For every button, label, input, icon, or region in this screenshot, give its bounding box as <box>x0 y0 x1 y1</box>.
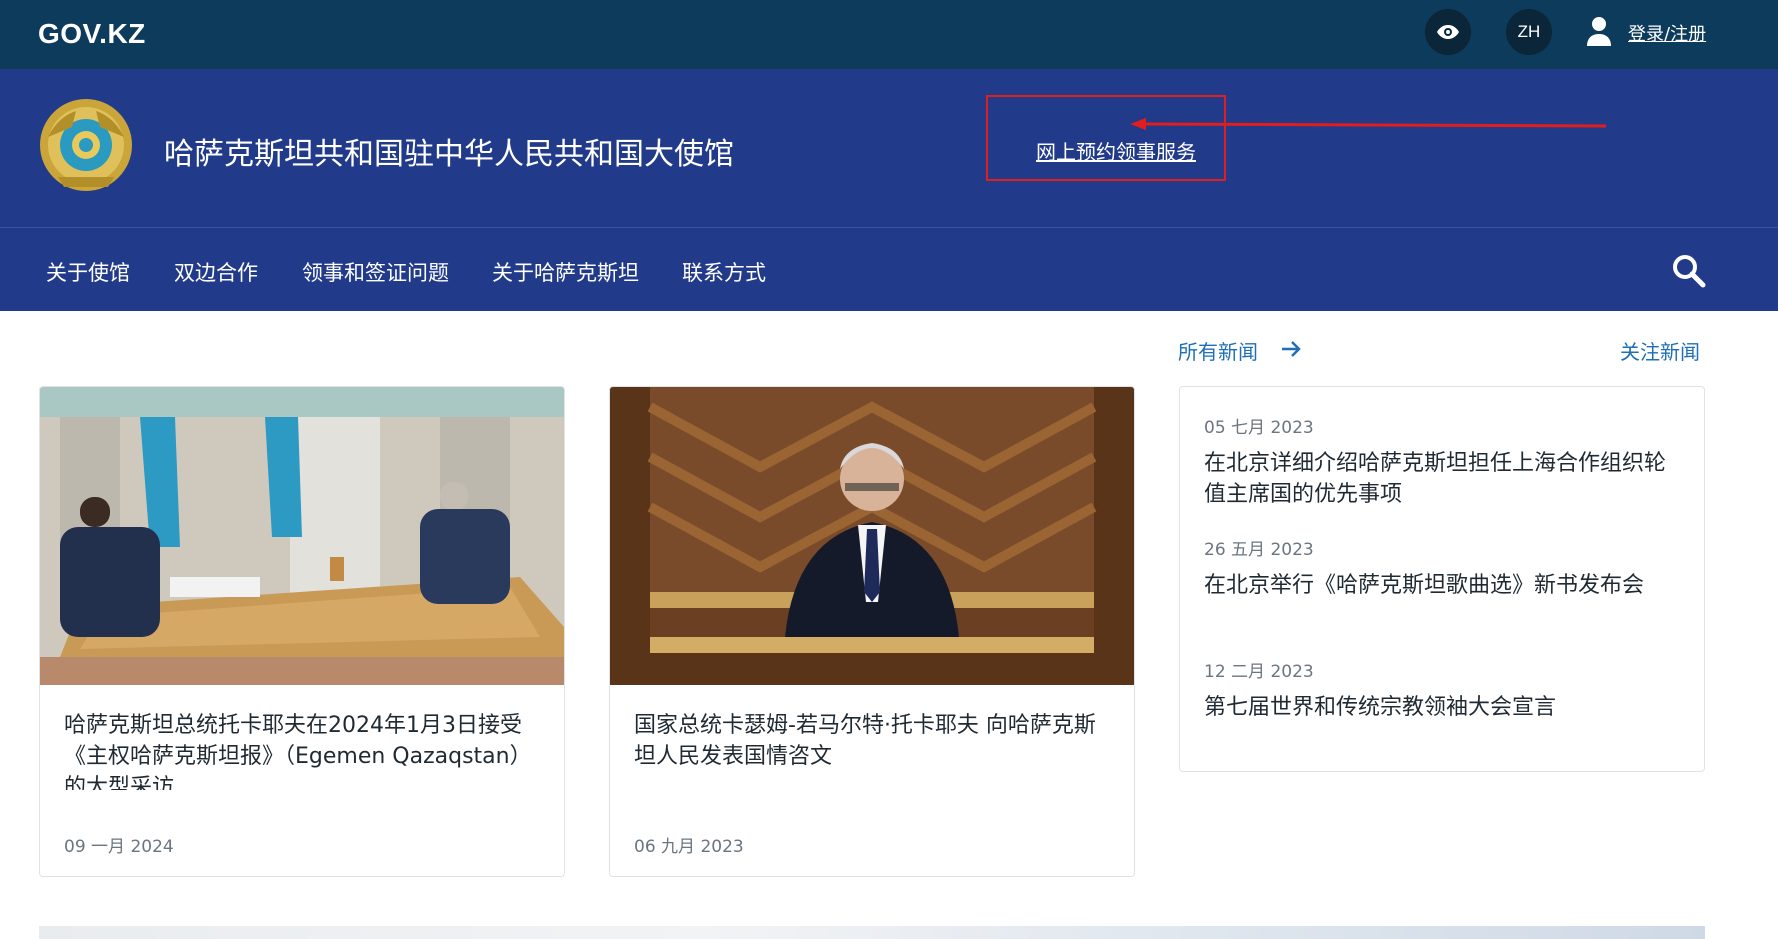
news-card-date: 06 九月 2023 <box>634 837 744 857</box>
site-header: 哈萨克斯坦共和国驻中华人民共和国大使馆 网上预约领事服务 <box>0 69 1778 227</box>
bottom-banner[interactable] <box>39 926 1705 939</box>
nav-item-about-embassy[interactable]: 关于使馆 <box>46 257 130 287</box>
nav-item-about-kazakhstan[interactable]: 关于哈萨克斯坦 <box>492 257 639 287</box>
user-icon[interactable] <box>1586 16 1612 46</box>
news-card-date: 09 一月 2024 <box>64 837 174 857</box>
news-card[interactable]: 国家总统卡瑟姆-若马尔特·托卡耶夫 向哈萨克斯坦人民发表国情咨文 06 九月 2… <box>609 386 1135 877</box>
nav-item-consular-visa[interactable]: 领事和签证问题 <box>302 257 449 287</box>
news-photo <box>40 387 564 685</box>
list-item[interactable]: 12 二月 2023 第七届世界和传统宗教领袖大会宣言 <box>1204 657 1684 723</box>
news-item-title[interactable]: 在北京举行《哈萨克斯坦歌曲选》新书发布会 <box>1204 570 1684 601</box>
news-item-date: 12 二月 2023 <box>1204 662 1314 682</box>
news-photo <box>610 387 1134 685</box>
main-nav: 关于使馆 双边合作 领事和签证问题 关于哈萨克斯坦 联系方式 <box>0 227 1778 311</box>
gov-kz-logo[interactable]: GOV.KZ <box>38 18 146 50</box>
arrow-right-icon[interactable] <box>1280 338 1302 360</box>
news-card[interactable]: 哈萨克斯坦总统托卡耶夫在2024年1月3日接受《主权哈萨克斯坦报》（Egemen… <box>39 386 565 877</box>
annotation-arrow <box>1130 118 1607 130</box>
news-item-title[interactable]: 第七届世界和传统宗教领袖大会宣言 <box>1204 692 1684 723</box>
nav-item-contacts[interactable]: 联系方式 <box>682 257 766 287</box>
news-card-title[interactable]: 哈萨克斯坦总统托卡耶夫在2024年1月3日接受《主权哈萨克斯坦报》（Egemen… <box>64 710 544 790</box>
accessibility-button[interactable] <box>1425 9 1471 55</box>
news-card-title[interactable]: 国家总统卡瑟姆-若马尔特·托卡耶夫 向哈萨克斯坦人民发表国情咨文 <box>634 710 1114 790</box>
language-button[interactable]: ZH <box>1506 9 1552 55</box>
kazakhstan-emblem[interactable] <box>38 97 134 193</box>
list-item[interactable]: 26 五月 2023 在北京举行《哈萨克斯坦歌曲选》新书发布会 <box>1204 535 1684 601</box>
news-item-date: 26 五月 2023 <box>1204 540 1314 560</box>
news-list: 05 七月 2023 在北京详细介绍哈萨克斯坦担任上海合作组织轮值主席国的优先事… <box>1179 386 1705 772</box>
eye-icon <box>1437 25 1459 39</box>
nav-item-bilateral[interactable]: 双边合作 <box>174 257 258 287</box>
search-icon[interactable] <box>1670 252 1706 288</box>
list-item[interactable]: 05 七月 2023 在北京详细介绍哈萨克斯坦担任上海合作组织轮值主席国的优先事… <box>1204 413 1684 510</box>
top-bar: GOV.KZ ZH 登录/注册 <box>0 0 1778 69</box>
news-item-date: 05 七月 2023 <box>1204 418 1314 438</box>
all-news-link[interactable]: 所有新闻 <box>1178 336 1258 365</box>
follow-news-link[interactable]: 关注新闻 <box>1620 336 1700 365</box>
embassy-title: 哈萨克斯坦共和国驻中华人民共和国大使馆 <box>164 137 734 172</box>
news-item-title[interactable]: 在北京详细介绍哈萨克斯坦担任上海合作组织轮值主席国的优先事项 <box>1204 448 1684 510</box>
login-register-link[interactable]: 登录/注册 <box>1628 20 1706 46</box>
online-consular-booking-link[interactable]: 网上预约领事服务 <box>1036 136 1196 165</box>
